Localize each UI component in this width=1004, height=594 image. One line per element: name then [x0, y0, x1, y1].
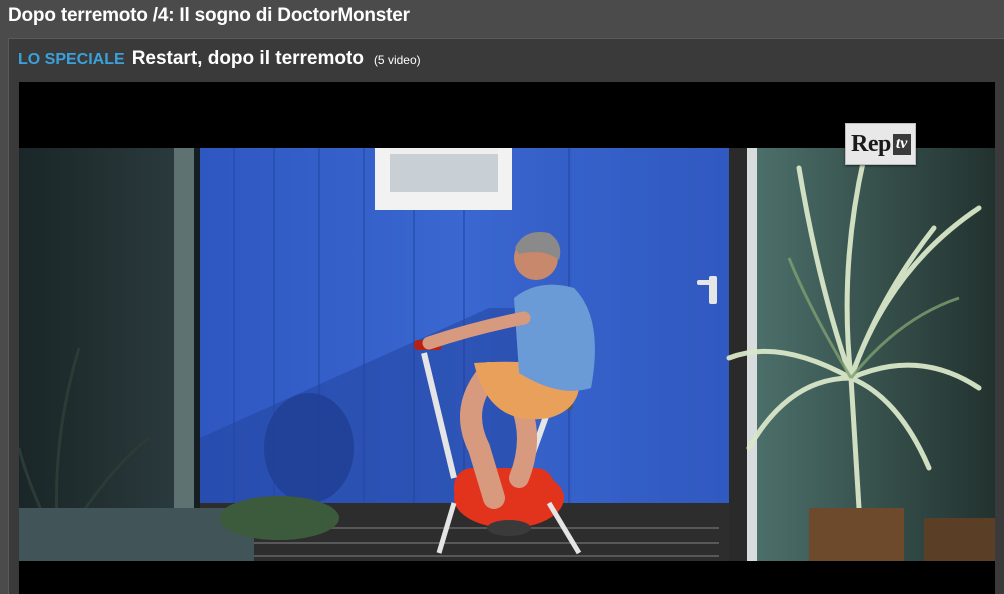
reptv-logo-rep: Rep — [851, 130, 891, 157]
video-frame[interactable] — [19, 148, 995, 561]
special-label[interactable]: LO SPECIALE — [18, 51, 125, 69]
page-title: Dopo terremoto /4: Il sogno di DoctorMon… — [8, 5, 410, 26]
panel-header: LO SPECIALE Restart, dopo il terremoto (… — [18, 48, 421, 70]
video-player[interactable]: Rep tv — [19, 82, 995, 594]
video-frame-image — [19, 148, 995, 561]
video-panel: LO SPECIALE Restart, dopo il terremoto (… — [8, 38, 1004, 594]
reptv-logo: Rep tv — [845, 123, 917, 165]
video-count: (5 video) — [373, 53, 421, 67]
series-title[interactable]: Restart, dopo il terremoto — [132, 48, 364, 70]
page: Dopo terremoto /4: Il sogno di DoctorMon… — [0, 0, 1004, 594]
reptv-logo-tv: tv — [892, 133, 912, 155]
